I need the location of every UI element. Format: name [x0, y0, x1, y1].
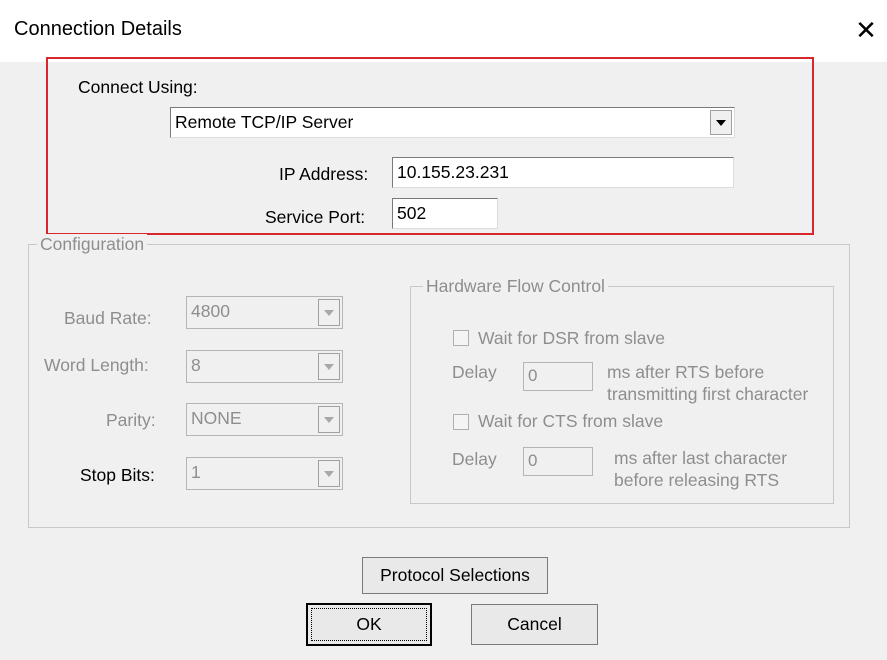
- cancel-button[interactable]: Cancel: [471, 604, 598, 645]
- cts-delay-input[interactable]: 0: [523, 447, 593, 476]
- dsr-checkbox[interactable]: [453, 330, 469, 346]
- close-icon: ✕: [855, 15, 877, 45]
- connect-using-dropdown-button[interactable]: [710, 110, 732, 135]
- dsr-checkbox-label: Wait for DSR from slave: [478, 328, 666, 348]
- dsr-delay-note-line1: ms after RTS before: [607, 362, 765, 382]
- dsr-delay-input[interactable]: 0: [523, 362, 593, 391]
- ip-address-label: IP Address:: [279, 164, 369, 184]
- ip-address-input[interactable]: 10.155.23.231: [392, 157, 734, 188]
- cancel-label: Cancel: [507, 614, 562, 634]
- stop-bits-value: 1: [191, 462, 201, 482]
- parity-dropdown-button[interactable]: [318, 406, 340, 433]
- ip-address-value: 10.155.23.231: [397, 162, 509, 182]
- stop-bits-dropdown-button[interactable]: [318, 460, 340, 487]
- connect-using-select[interactable]: Remote TCP/IP Server: [170, 107, 735, 138]
- service-port-value: 502: [397, 203, 427, 223]
- parity-label: Parity:: [106, 410, 156, 430]
- connection-details-dialog: Connection Details ✕ Connect Using: Remo…: [0, 0, 887, 660]
- stop-bits-select[interactable]: 1: [186, 457, 343, 490]
- dsr-delay-label: Delay: [452, 362, 497, 382]
- chevron-down-icon: [324, 309, 334, 316]
- parity-select[interactable]: NONE: [186, 403, 343, 436]
- parity-value: NONE: [191, 408, 242, 428]
- word-length-label: Word Length:: [44, 355, 149, 375]
- protocol-selections-button[interactable]: Protocol Selections: [362, 557, 548, 594]
- close-button[interactable]: ✕: [850, 14, 882, 46]
- cts-delay-label: Delay: [452, 449, 497, 469]
- protocol-selections-label: Protocol Selections: [380, 565, 530, 585]
- dsr-delay-value: 0: [528, 366, 538, 385]
- dialog-title: Connection Details: [14, 18, 182, 40]
- chevron-down-icon: [324, 363, 334, 370]
- cts-checkbox-label: Wait for CTS from slave: [478, 411, 664, 431]
- title-bar: Connection Details ✕: [0, 0, 887, 62]
- word-length-value: 8: [191, 355, 201, 375]
- word-length-dropdown-button[interactable]: [318, 353, 340, 380]
- cts-checkbox[interactable]: [453, 414, 469, 430]
- connect-using-value: Remote TCP/IP Server: [175, 112, 354, 132]
- service-port-label: Service Port:: [265, 207, 366, 227]
- baud-rate-select[interactable]: 4800: [186, 296, 343, 329]
- cts-delay-note-line1: ms after last character: [614, 448, 788, 468]
- connect-using-label: Connect Using:: [78, 77, 198, 97]
- service-port-input[interactable]: 502: [392, 198, 498, 229]
- configuration-legend: Configuration: [37, 234, 148, 255]
- cts-delay-value: 0: [528, 451, 538, 470]
- baud-rate-label: Baud Rate:: [64, 308, 152, 328]
- word-length-select[interactable]: 8: [186, 350, 343, 383]
- dsr-delay-note-line2: transmitting first character: [607, 384, 809, 404]
- ok-button[interactable]: OK: [306, 603, 432, 646]
- chevron-down-icon: [716, 119, 726, 126]
- cts-delay-note-line2: before releasing RTS: [614, 470, 780, 490]
- baud-rate-dropdown-button[interactable]: [318, 299, 340, 326]
- baud-rate-value: 4800: [191, 301, 230, 321]
- chevron-down-icon: [324, 470, 334, 477]
- focus-rectangle: [311, 608, 427, 641]
- stop-bits-label: Stop Bits:: [80, 465, 155, 485]
- chevron-down-icon: [324, 416, 334, 423]
- hardware-flow-control-legend: Hardware Flow Control: [423, 276, 608, 297]
